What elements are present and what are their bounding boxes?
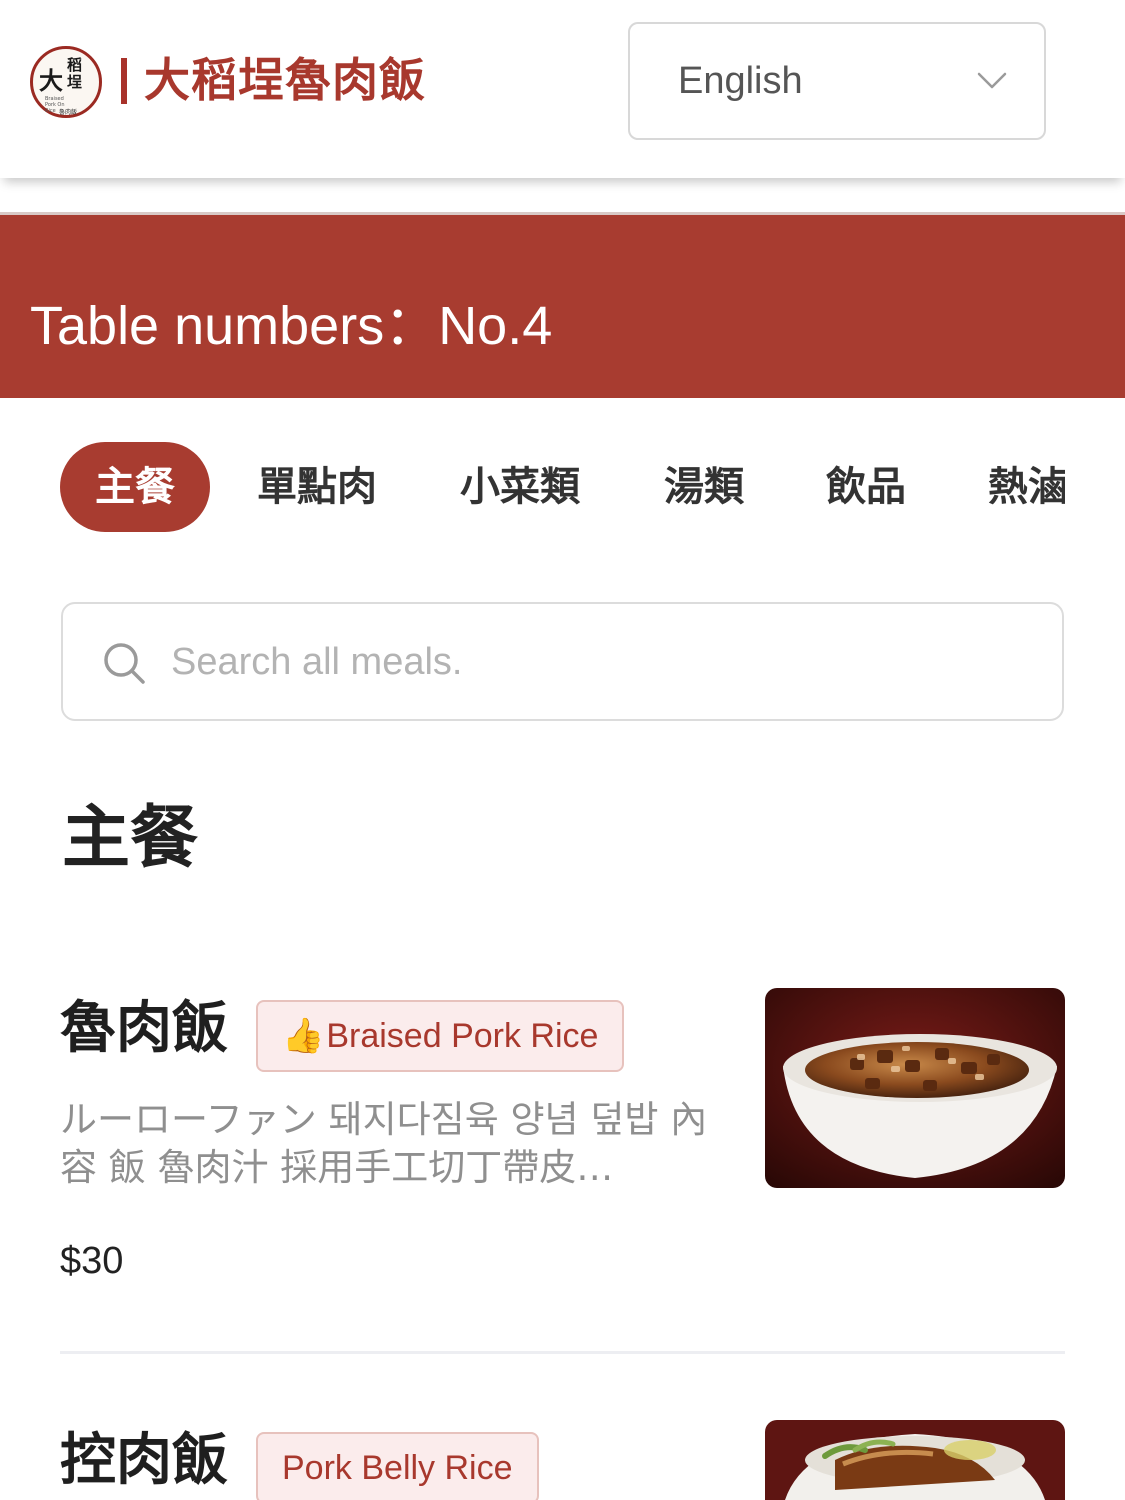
braised-pork-rice-image bbox=[765, 988, 1065, 1188]
logo-text-small: 稻埕 bbox=[67, 56, 83, 91]
language-select[interactable]: English bbox=[628, 22, 1046, 140]
restaurant-name: 大稻埕魯肉飯 bbox=[144, 53, 426, 107]
menu-item[interactable]: 魯肉飯 👍Braised Pork Rice ルーローファン 돼지다짐육 양념 … bbox=[60, 988, 1065, 1294]
tab-hot-braised[interactable]: 熱滷 bbox=[988, 442, 1065, 532]
menu-item-price: $30 bbox=[60, 1240, 124, 1282]
menu-page: 大 稻埕 Braised Pork On Rice 魯肉飯 大稻埕魯肉飯 Eng… bbox=[0, 0, 1125, 1500]
search-icon bbox=[104, 643, 145, 684]
menu-item-name: 控肉飯 bbox=[60, 1428, 228, 1493]
brand-divider bbox=[121, 58, 127, 104]
language-selected-value: English bbox=[678, 60, 803, 102]
menu-item-tag: 👍Braised Pork Rice bbox=[256, 1000, 625, 1072]
menu-item-photo[interactable] bbox=[765, 988, 1065, 1188]
search-input[interactable] bbox=[171, 630, 1031, 694]
chevron-down-icon bbox=[977, 72, 1007, 89]
app-header: 大 稻埕 Braised Pork On Rice 魯肉飯 大稻埕魯肉飯 Eng… bbox=[0, 0, 1125, 178]
table-number-label: Table numbers：No.4 bbox=[30, 296, 553, 356]
section-title: 主餐 bbox=[62, 799, 199, 878]
category-tabs: 主餐 單點肉 小菜類 湯類 飲品 熱滷 bbox=[0, 442, 1065, 534]
menu-item-tag: Pork Belly Rice bbox=[256, 1432, 539, 1500]
pork-belly-rice-image bbox=[765, 1420, 1065, 1500]
restaurant-logo[interactable]: 大 稻埕 Braised Pork On Rice 魯肉飯 bbox=[30, 46, 102, 118]
menu-item-photo[interactable] bbox=[765, 1420, 1065, 1500]
menu-item-tag-label: Braised Pork Rice bbox=[326, 1017, 599, 1055]
menu-item-description: ルーローファン 돼지다짐육 양념 덮밥 內容 飯 魯肉汁 採用手工切丁帶皮… bbox=[60, 1098, 708, 1189]
menu-item-name: 魯肉飯 bbox=[60, 996, 228, 1061]
tab-drinks[interactable]: 飲品 bbox=[826, 442, 906, 532]
search-box bbox=[61, 602, 1064, 721]
item-divider bbox=[60, 1351, 1065, 1354]
thumbs-up-icon: 👍 bbox=[282, 1017, 325, 1055]
logo-text-mini: 魯肉飯 bbox=[59, 109, 78, 116]
tab-soups[interactable]: 湯類 bbox=[664, 442, 744, 532]
tab-single-meat[interactable]: 單點肉 bbox=[257, 442, 377, 532]
tab-side-dishes[interactable]: 小菜類 bbox=[460, 442, 580, 532]
logo-text-big: 大 bbox=[39, 66, 63, 95]
table-number-banner: Table numbers：No.4 bbox=[0, 212, 1125, 398]
tab-main-course[interactable]: 主餐 bbox=[60, 442, 210, 532]
menu-item[interactable]: 控肉飯 Pork Belly Rice bbox=[60, 1420, 1065, 1500]
